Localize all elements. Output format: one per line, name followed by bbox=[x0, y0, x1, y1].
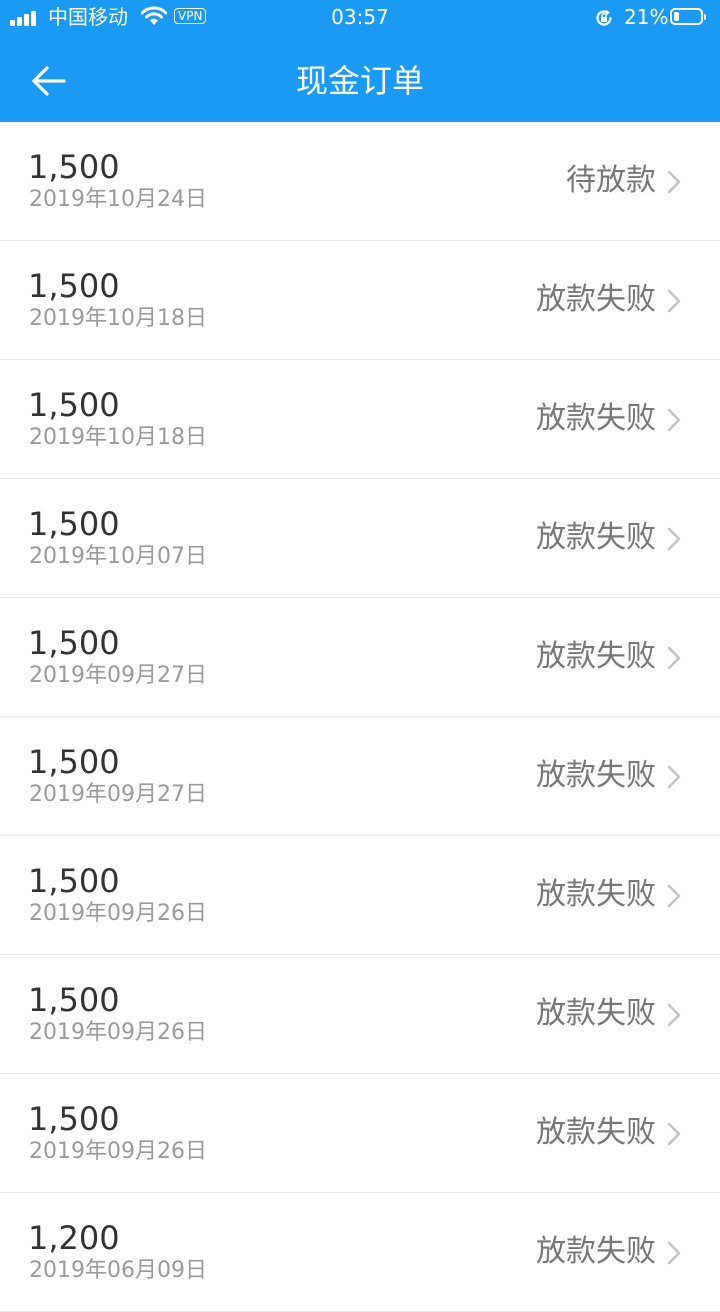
order-status: 放款失败 bbox=[536, 877, 656, 912]
order-status: 放款失败 bbox=[536, 996, 656, 1031]
page-title: 现金订单 bbox=[295, 62, 424, 100]
order-row[interactable]: 1,500 2019年09月27日 放款失败 bbox=[0, 717, 720, 836]
order-amount: 1,500 bbox=[28, 148, 120, 186]
chevron-right-icon bbox=[667, 765, 681, 789]
chevron-right-icon bbox=[667, 1003, 681, 1027]
order-row[interactable]: 1,500 2019年10月07日 放款失败 bbox=[0, 479, 720, 598]
order-status: 放款失败 bbox=[536, 401, 656, 436]
order-date: 2019年09月27日 bbox=[29, 782, 207, 807]
order-date: 2019年09月26日 bbox=[29, 1139, 207, 1164]
rotation-lock-icon bbox=[596, 10, 612, 26]
chevron-right-icon bbox=[667, 408, 681, 432]
order-amount: 1,500 bbox=[28, 386, 120, 424]
order-date: 2019年09月26日 bbox=[29, 901, 207, 926]
chevron-right-icon bbox=[667, 527, 681, 551]
order-amount: 1,500 bbox=[28, 862, 120, 900]
app-header: 中国移动 VPN 03:57 21% 现金订单 bbox=[0, 0, 720, 122]
order-status: 待放款 bbox=[566, 163, 656, 198]
order-amount: 1,500 bbox=[28, 505, 120, 543]
order-row[interactable]: 1,200 2019年06月09日 放款失败 bbox=[0, 1193, 720, 1312]
order-amount: 1,500 bbox=[28, 267, 120, 305]
order-list: 1,500 2019年10月24日 待放款 1,500 2019年10月18日 … bbox=[0, 122, 720, 1312]
order-row[interactable]: 1,500 2019年09月26日 放款失败 bbox=[0, 1074, 720, 1193]
order-status: 放款失败 bbox=[536, 1234, 656, 1269]
chevron-right-icon bbox=[667, 646, 681, 670]
order-date: 2019年06月09日 bbox=[29, 1258, 207, 1283]
order-date: 2019年10月24日 bbox=[29, 187, 207, 212]
battery-level-fill bbox=[674, 12, 679, 21]
order-date: 2019年10月18日 bbox=[29, 425, 207, 450]
order-row[interactable]: 1,500 2019年10月18日 放款失败 bbox=[0, 360, 720, 479]
chevron-right-icon bbox=[667, 170, 681, 194]
order-row[interactable]: 1,500 2019年09月27日 放款失败 bbox=[0, 598, 720, 717]
order-date: 2019年10月18日 bbox=[29, 306, 207, 331]
chevron-right-icon bbox=[667, 1241, 681, 1265]
order-date: 2019年10月07日 bbox=[29, 544, 207, 569]
order-amount: 1,500 bbox=[28, 981, 120, 1019]
battery-percent: 21% bbox=[624, 5, 669, 29]
status-bar: 中国移动 VPN 03:57 21% bbox=[0, 0, 720, 36]
order-row[interactable]: 1,500 2019年10月18日 放款失败 bbox=[0, 241, 720, 360]
chevron-right-icon bbox=[667, 289, 681, 313]
order-status: 放款失败 bbox=[536, 1115, 656, 1150]
order-status: 放款失败 bbox=[536, 282, 656, 317]
battery-icon bbox=[670, 8, 706, 25]
order-status: 放款失败 bbox=[536, 639, 656, 674]
order-amount: 1,500 bbox=[28, 743, 120, 781]
order-date: 2019年09月26日 bbox=[29, 1020, 207, 1045]
order-status: 放款失败 bbox=[536, 520, 656, 555]
order-status: 放款失败 bbox=[536, 758, 656, 793]
order-amount: 1,500 bbox=[28, 1100, 120, 1138]
order-row[interactable]: 1,500 2019年10月24日 待放款 bbox=[0, 122, 720, 241]
chevron-right-icon bbox=[667, 1122, 681, 1146]
order-row[interactable]: 1,500 2019年09月26日 放款失败 bbox=[0, 836, 720, 955]
order-amount: 1,500 bbox=[28, 624, 120, 662]
order-amount: 1,200 bbox=[28, 1219, 120, 1257]
chevron-right-icon bbox=[667, 884, 681, 908]
order-row[interactable]: 1,500 2019年09月26日 放款失败 bbox=[0, 955, 720, 1074]
order-date: 2019年09月27日 bbox=[29, 663, 207, 688]
